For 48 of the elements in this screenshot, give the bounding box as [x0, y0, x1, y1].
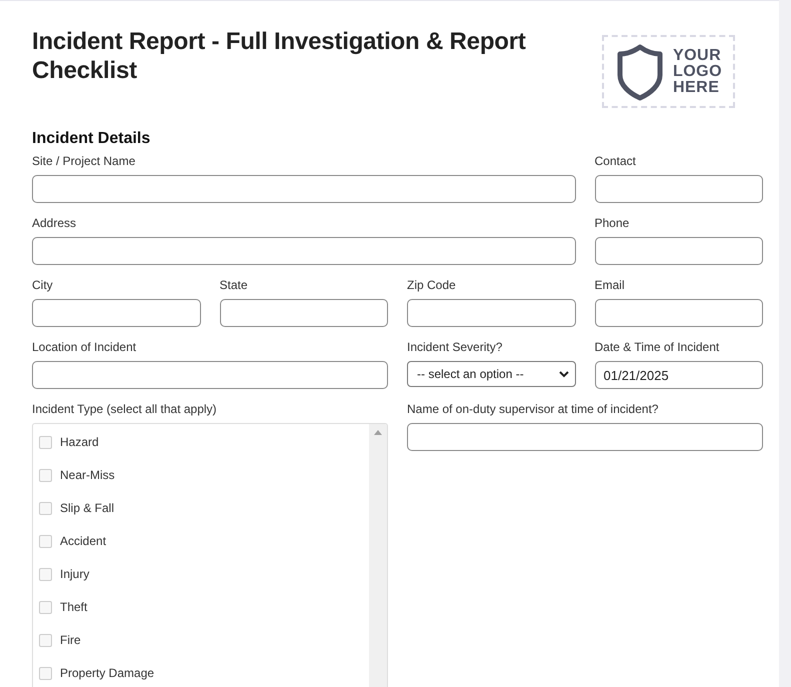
input-field[interactable] [32, 237, 576, 265]
checkbox-label: Slip & Fall [60, 501, 114, 515]
field-label: City [32, 278, 54, 292]
checkbox[interactable] [39, 468, 52, 482]
input-field[interactable] [220, 299, 388, 327]
chevron-down-icon [558, 370, 568, 378]
checkbox[interactable] [39, 666, 52, 680]
field-label: Incident Severity? [407, 340, 504, 354]
field-label: Name of on-duty supervisor at time of incident? [407, 402, 660, 416]
input-field[interactable]: 01/21/2025 [594, 361, 763, 389]
checkbox[interactable] [39, 436, 52, 448]
checkbox[interactable] [39, 568, 52, 580]
field-label: Incident Type (select all that apply) [32, 402, 218, 416]
checkbox-label: Injury [60, 567, 90, 581]
scrollbar[interactable] [369, 424, 387, 687]
form-title: Incident Report - Full Investigation & Report Checklist [32, 27, 527, 85]
input-field[interactable] [594, 299, 763, 327]
checkbox[interactable] [39, 534, 52, 548]
input-field[interactable] [32, 299, 200, 327]
shield-icon [614, 42, 665, 100]
checkbox-label: Property Damage [60, 666, 154, 680]
checkbox-label: Near-Miss [60, 468, 115, 482]
field-label: Zip Code [407, 278, 457, 292]
field-label: State [220, 278, 249, 292]
section-heading: Incident Details [32, 130, 152, 148]
checkbox-label: Hazard [60, 435, 99, 449]
input-field[interactable] [594, 237, 763, 265]
field-label: Contact [594, 154, 637, 168]
input-field[interactable] [32, 175, 576, 203]
logo-text: YOUR LOGO HERE [672, 48, 722, 96]
checkbox-label: Accident [60, 534, 106, 548]
checkbox[interactable] [39, 634, 52, 646]
input-field[interactable] [407, 423, 763, 451]
input-field[interactable] [594, 175, 763, 203]
scroll-up-icon[interactable] [374, 430, 382, 435]
checkbox[interactable] [39, 600, 52, 614]
severity-dropdown[interactable]: -- select an option -- [407, 361, 576, 387]
field-label: Site / Project Name [32, 154, 136, 168]
field-label: Location of Incident [32, 340, 138, 354]
checkbox-label: Fire [60, 633, 81, 647]
input-field[interactable] [407, 299, 576, 327]
field-label: Address [32, 216, 78, 230]
checkbox[interactable] [39, 502, 52, 514]
input-field[interactable] [32, 361, 388, 389]
field-label: Phone [594, 216, 630, 230]
checkbox-label: Theft [60, 600, 88, 614]
field-label: Email [594, 278, 626, 292]
field-label: Date & Time of Incident [594, 340, 720, 354]
